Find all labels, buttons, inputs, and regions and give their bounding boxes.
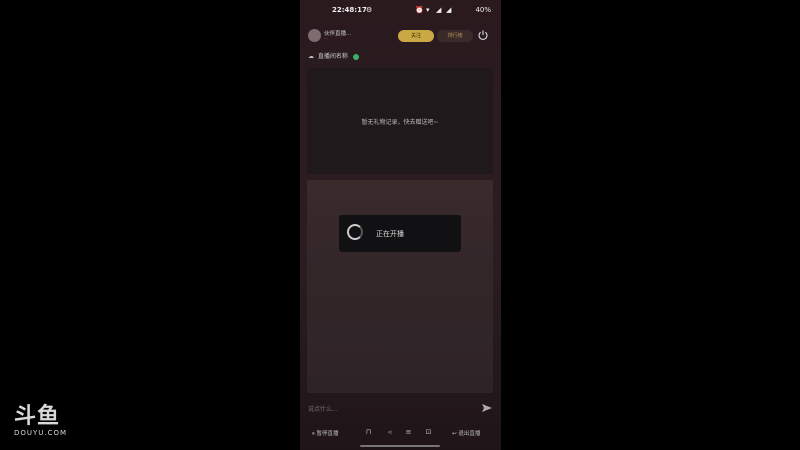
pause-live-button[interactable]: ⏸ 暂停直播 — [312, 429, 339, 438]
wifi-icon: ▾ — [426, 6, 430, 14]
watermark-site: DOUYU.COM — [14, 429, 68, 437]
loading-toast: 正在开播 — [339, 215, 461, 252]
status-time: 22:48:17 — [332, 6, 367, 14]
gift-icon[interactable]: ⊡ — [424, 428, 433, 437]
signal-icon: ◢ — [436, 6, 442, 14]
room-icon: ☁ — [308, 53, 314, 60]
alarm-icon: ⏰ — [415, 6, 424, 14]
room-label: 直播间名称 — [317, 53, 348, 60]
gift-panel: 暂无礼物记录，快去赠送吧~ — [307, 68, 493, 174]
video-preview — [307, 180, 493, 393]
battery-level: 40% — [475, 6, 491, 14]
avatar[interactable] — [308, 29, 321, 42]
follow-button[interactable]: 关注 — [398, 30, 434, 42]
menu-icon[interactable]: ≡ — [404, 428, 413, 437]
send-icon[interactable] — [481, 402, 493, 414]
loading-text: 正在开播 — [376, 230, 404, 238]
live-header: 伙伴直播... ... 关注 排行榜 — [300, 27, 501, 45]
signal-icon-2: ◢ — [446, 6, 452, 14]
mic-icon[interactable]: ⊓ — [364, 428, 373, 437]
watermark-logo: 斗鱼 — [14, 404, 61, 429]
power-icon[interactable] — [477, 29, 489, 41]
chat-input-row: 说点什么... — [300, 402, 501, 416]
status-bar: 22:48:17 ⚙ ⏰ ▾ ◢ ◢ 40% — [300, 6, 501, 18]
speaker-icon[interactable]: ◃ — [385, 428, 394, 437]
online-badge — [352, 53, 359, 60]
empty-message: 暂无礼物记录，快去赠送吧~ — [361, 119, 439, 126]
pause-label: 暂停直播 — [316, 431, 339, 437]
rank-button[interactable]: 排行榜 — [437, 30, 473, 42]
channel-sub: ... — [324, 36, 329, 41]
douyu-watermark: 斗鱼 DOUYU.COM — [14, 404, 68, 438]
home-indicator[interactable] — [360, 445, 440, 447]
room-info: ☁ 直播间名称 — [308, 51, 359, 61]
exit-label: 退出直播 — [458, 431, 481, 437]
loading-spinner-icon — [347, 224, 363, 240]
bottom-toolbar: ⏸ 暂停直播 ⊓ ◃ ≡ ⊡ ↩ 退出直播 — [300, 427, 501, 441]
exit-live-button[interactable]: ↩ 退出直播 — [452, 429, 480, 437]
chat-input[interactable]: 说点什么... — [308, 404, 338, 413]
settings-icon: ⚙ — [366, 6, 373, 14]
